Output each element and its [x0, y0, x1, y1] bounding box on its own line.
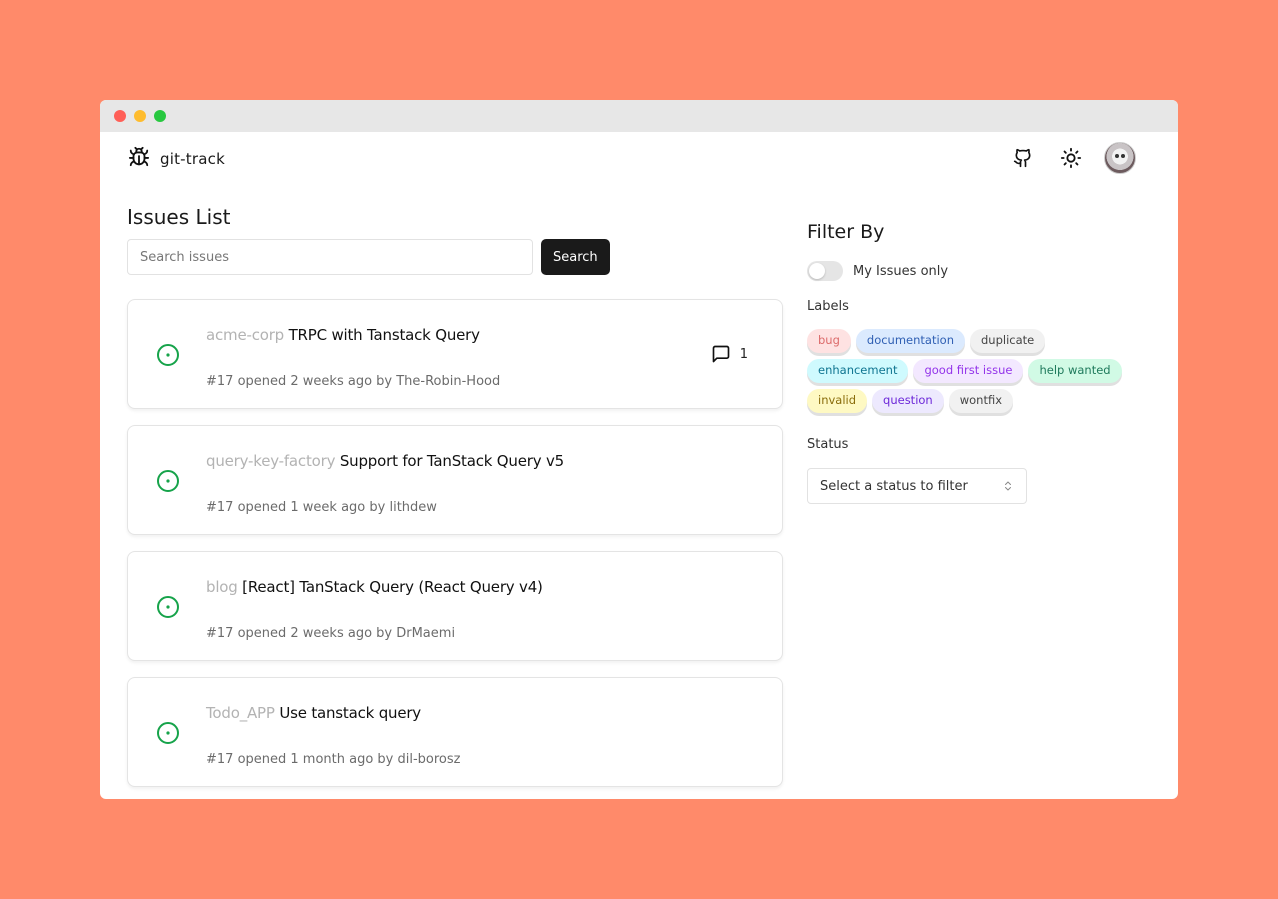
- nav-actions: [1008, 142, 1136, 174]
- label-help-wanted[interactable]: help wanted: [1028, 359, 1122, 383]
- label-question[interactable]: question: [872, 389, 944, 413]
- label-duplicate[interactable]: duplicate: [970, 329, 1046, 353]
- issues-section: Issues List Search acme-corp TRPC with T…: [127, 205, 783, 787]
- label-good-first-issue[interactable]: good first issue: [913, 359, 1024, 383]
- top-nav: git-track: [100, 132, 1178, 184]
- filter-title: Filter By: [807, 221, 885, 243]
- open-issue-icon: [157, 470, 179, 492]
- comment-count-value: 1: [739, 346, 748, 362]
- label-documentation[interactable]: documentation: [855, 329, 965, 353]
- comment-icon: [712, 345, 730, 363]
- label-wontfix[interactable]: wontfix: [948, 389, 1014, 413]
- issue-card[interactable]: blog [React] TanStack Query (React Query…: [127, 551, 783, 661]
- issue-repo: query-key-factory: [206, 452, 336, 470]
- issue-meta: #17 opened 1 week ago by lithdew: [206, 500, 437, 515]
- github-icon[interactable]: [1008, 143, 1038, 173]
- label-enhancement[interactable]: enhancement: [807, 359, 909, 383]
- issue-title-text: [React] TanStack Query (React Query v4): [242, 578, 543, 596]
- issue-title-text: TRPC with Tanstack Query: [288, 326, 480, 344]
- maximize-window-button[interactable]: [154, 110, 166, 122]
- label-bug[interactable]: bug: [807, 329, 851, 353]
- issue-title[interactable]: acme-corp TRPC with Tanstack Query: [206, 326, 480, 344]
- issues-list-title: Issues List: [127, 205, 231, 229]
- window-titlebar: [100, 100, 1178, 132]
- issue-meta: #17 opened 1 month ago by dil-borosz: [206, 752, 461, 767]
- brand-link[interactable]: git-track: [128, 146, 225, 172]
- labels-heading: Labels: [807, 299, 849, 314]
- issue-repo: acme-corp: [206, 326, 285, 344]
- my-issues-toggle-row: My Issues only: [807, 261, 1137, 281]
- status-heading: Status: [807, 437, 849, 452]
- search-row: Search: [127, 239, 783, 275]
- my-issues-toggle[interactable]: [807, 261, 843, 281]
- open-issue-icon: [157, 722, 179, 744]
- issue-repo: Todo_APP: [206, 704, 275, 722]
- app-name: git-track: [160, 150, 225, 168]
- issue-card[interactable]: Todo_APP Use tanstack query #17 opened 1…: [127, 677, 783, 787]
- minimize-window-button[interactable]: [134, 110, 146, 122]
- bug-icon: [128, 146, 150, 172]
- theme-toggle-sun-icon[interactable]: [1056, 143, 1086, 173]
- labels-list: bug documentation duplicate enhancement …: [807, 329, 1137, 413]
- issue-title-text: Support for TanStack Query v5: [339, 452, 564, 470]
- open-issue-icon: [157, 596, 179, 618]
- status-select[interactable]: Select a status to filter: [807, 468, 1027, 504]
- issue-title[interactable]: blog [React] TanStack Query (React Query…: [206, 578, 543, 596]
- issue-meta: #17 opened 2 weeks ago by The-Robin-Hood: [206, 374, 501, 389]
- issue-meta: #17 opened 2 weeks ago by DrMaemi: [206, 626, 456, 641]
- chevron-up-down-icon: [1005, 481, 1011, 491]
- label-invalid[interactable]: invalid: [807, 389, 868, 413]
- filter-panel: Filter By My Issues only Labels bug docu…: [807, 221, 1137, 504]
- issue-title[interactable]: query-key-factory Support for TanStack Q…: [206, 452, 564, 470]
- issue-repo: blog: [206, 578, 238, 596]
- issue-title[interactable]: Todo_APP Use tanstack query: [206, 704, 421, 722]
- issue-card[interactable]: query-key-factory Support for TanStack Q…: [127, 425, 783, 535]
- issue-card[interactable]: acme-corp TRPC with Tanstack Query #17 o…: [127, 299, 783, 409]
- user-avatar[interactable]: [1104, 142, 1136, 174]
- close-window-button[interactable]: [114, 110, 126, 122]
- issue-title-text: Use tanstack query: [279, 704, 421, 722]
- search-button[interactable]: Search: [541, 239, 610, 275]
- search-input[interactable]: [127, 239, 533, 275]
- app-window: git-track Issues List Search issues Sear…: [100, 100, 1178, 799]
- my-issues-label: My Issues only: [853, 263, 949, 279]
- status-select-value: Select a status to filter: [820, 478, 968, 494]
- comment-count[interactable]: 1: [711, 344, 748, 364]
- issues-list: acme-corp TRPC with Tanstack Query #17 o…: [127, 299, 783, 787]
- open-issue-icon: [157, 344, 179, 366]
